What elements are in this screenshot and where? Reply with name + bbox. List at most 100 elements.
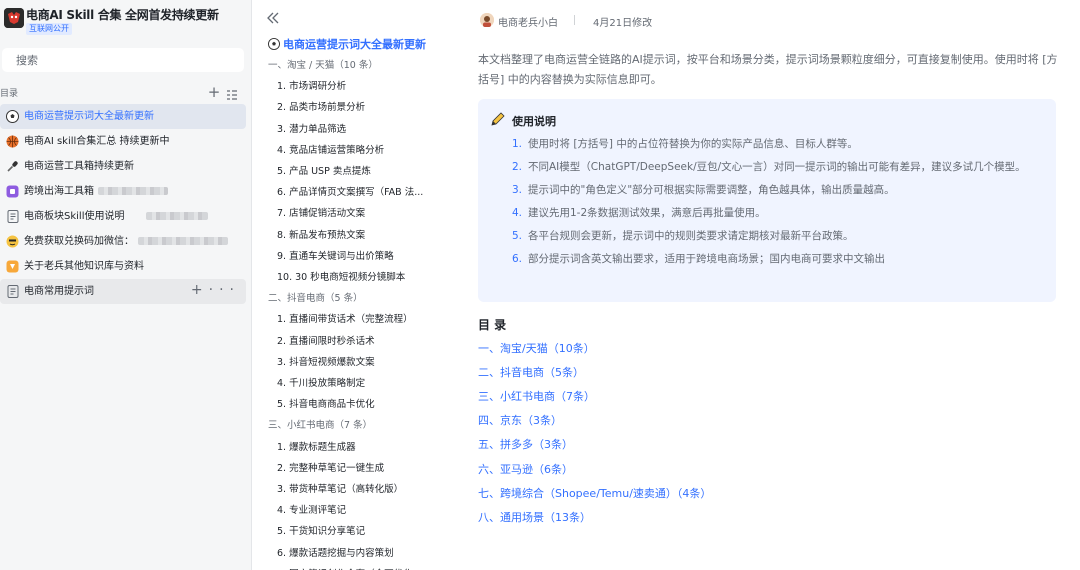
row-actions: +··· xyxy=(191,282,240,298)
toc-link[interactable]: 三、小红书电商（7条） xyxy=(478,388,595,404)
toc-link[interactable]: 八、通用场景（13条） xyxy=(478,509,591,525)
outline-item[interactable]: 8. 新品发布预热文案 xyxy=(277,227,365,241)
callout-item-number: 6. xyxy=(512,253,523,265)
outline-item[interactable]: 6. 产品详情页文案撰写（FAB 法... xyxy=(277,184,423,198)
pencil-icon xyxy=(490,111,506,127)
blurred-text xyxy=(138,237,228,245)
toc-title: 目 录 xyxy=(478,318,507,332)
author-name[interactable]: 电商老兵小白 xyxy=(498,14,558,29)
usage-callout: 使用说明 1. 使用时将 [方括号] 中的占位符替换为你的实际产品信息、目标人群等… xyxy=(478,99,1056,302)
outline-item[interactable]: 2. 品类市场前景分析 xyxy=(277,99,365,113)
outline-item[interactable]: 5. 干货知识分享笔记 xyxy=(277,523,365,537)
orange-app-icon xyxy=(6,260,19,273)
outline-item[interactable]: 4. 专业测评笔记 xyxy=(277,502,346,516)
outline-item[interactable]: 3. 抖音短视频爆款文案 xyxy=(277,354,375,368)
outline-item[interactable]: 7. 店铺促销活动文案 xyxy=(277,205,365,219)
callout-item-number: 3. xyxy=(512,184,523,196)
intro-paragraph: 本文档整理了电商运营全链路的AI提示词，按平台和场景分类，提示词场景颗粒度细分，… xyxy=(478,53,1058,86)
callout-item: 3. 提示词中的"角色定义"部分可根据实际需要调整，角色越具体，输出质量越高。 xyxy=(512,181,1042,200)
workspace-title: 电商AI Skill 合集 全网首发持续更新 xyxy=(26,8,219,22)
modified-date: 4月21日修改 xyxy=(593,18,653,29)
toc-link[interactable]: 四、京东（3条） xyxy=(478,412,562,428)
callout-item-number: 4. xyxy=(512,207,523,219)
add-page-icon[interactable]: + xyxy=(207,82,221,102)
blurred-text xyxy=(98,187,168,195)
sidebar-item-other-knowledge[interactable]: 关于老兵其他知识库与资料 xyxy=(0,254,246,279)
sidebar-item-redeem-code[interactable]: 免费获取兑换码加微信： xyxy=(0,229,246,254)
outline-section[interactable]: 三、小红书电商（7 条） xyxy=(268,417,372,431)
sidebar-item-skill-collection[interactable]: 电商AI skill合集汇总 持续更新中 xyxy=(0,129,246,154)
outline-title-text: 电商运营提示词大全最新更新 xyxy=(283,38,426,51)
callout-item-text: 不同AI模型（ChatGPT/DeepSeek/豆包/文心一言）对同一提示词的输… xyxy=(528,161,1026,173)
outline-section[interactable]: 一、淘宝 / 天猫（10 条） xyxy=(268,57,378,71)
sidebar-item-label: 关于老兵其他知识库与资料 xyxy=(24,261,144,272)
sidebar-item-label: 电商常用提示词 xyxy=(24,286,94,297)
sidebar-item-label: 跨境出海工具箱 xyxy=(24,185,168,198)
outline-item[interactable]: 7. 图文笔记创作全套（全面优化 xyxy=(277,566,413,570)
toc-link[interactable]: 七、跨境综合（Shopee/Temu/速卖通）（4条） xyxy=(478,485,711,501)
add-subpage-icon[interactable]: + xyxy=(191,282,209,298)
sidebar-item-label: 免费获取兑换码加微信： xyxy=(24,235,228,248)
workspace-header[interactable]: 电商AI Skill 合集 全网首发持续更新 互联网公开 xyxy=(0,0,251,44)
sidebar-item-prompt-collection[interactable]: 电商运营提示词大全最新更新 xyxy=(0,104,246,129)
sidebar-item-common-prompts[interactable]: 电商常用提示词 +··· xyxy=(0,279,246,304)
toc-link[interactable]: 五、拼多多（3条） xyxy=(478,436,573,452)
document-outline: 电商运营提示词大全最新更新 一、淘宝 / 天猫（10 条） 1. 市场调研分析 2.… xyxy=(253,0,453,570)
outline-item[interactable]: 2. 直播间限时秒杀话术 xyxy=(277,333,375,347)
callout-item: 5. 各平台规则会更新，提示词中的规则类要求请定期核对最新平台政策。 xyxy=(512,227,1042,246)
outline-item[interactable]: 9. 直通车关键词与出价策略 xyxy=(277,248,394,262)
outline-item[interactable]: 1. 市场调研分析 xyxy=(277,78,346,92)
document-icon xyxy=(6,285,19,298)
sidebar: 电商AI Skill 合集 全网首发持续更新 互联网公开 目录 + 电商运营提示… xyxy=(0,0,252,570)
sidebar-item-toolbox[interactable]: 电商运营工具箱持续更新 xyxy=(0,154,246,179)
meta-divider xyxy=(574,15,575,25)
callout-item: 4. 建议先用1-2条数据测试效果，满意后再批量使用。 xyxy=(512,204,1042,223)
callout-item-text: 建议先用1-2条数据测试效果，满意后再批量使用。 xyxy=(528,207,766,219)
callout-item-text: 部分提示词含英文输出要求，适用于跨境电商场景；国内电商可要求中文输出 xyxy=(528,253,885,265)
callout-item: 1. 使用时将 [方括号] 中的占位符替换为你的实际产品信息、目标人群等。 xyxy=(512,135,1042,154)
toc-link[interactable]: 一、淘宝/天猫（10条） xyxy=(478,340,595,356)
directory-header: 目录 + xyxy=(0,82,251,102)
outline-item[interactable]: 4. 千川投放策略制定 xyxy=(277,375,365,389)
outline-item[interactable]: 5. 抖音电商商品卡优化 xyxy=(277,396,375,410)
soccer-ball-icon xyxy=(268,38,280,50)
purple-app-icon xyxy=(6,185,19,198)
callout-item-text: 使用时将 [方括号] 中的占位符替换为你的实际产品信息、目标人群等。 xyxy=(528,138,858,150)
outline-item[interactable]: 5. 产品 USP 卖点提炼 xyxy=(277,163,371,177)
list-sort-icon[interactable] xyxy=(226,86,238,100)
workspace-logo-icon xyxy=(4,8,24,28)
callout-title: 使用说明 xyxy=(512,115,556,128)
basketball-icon xyxy=(6,135,19,148)
soccer-ball-icon xyxy=(6,110,19,123)
outline-item[interactable]: 4. 竞品店铺运营策略分析 xyxy=(277,142,384,156)
search-input[interactable] xyxy=(14,50,234,70)
callout-item-number: 5. xyxy=(512,230,523,242)
outline-item[interactable]: 1. 爆款标题生成器 xyxy=(277,439,356,453)
outline-item[interactable]: 3. 潜力单品筛选 xyxy=(277,121,346,135)
outline-title[interactable]: 电商运营提示词大全最新更新 xyxy=(268,36,426,52)
search-box[interactable] xyxy=(2,48,244,72)
outline-item[interactable]: 1. 直播间带货话术（完整流程） xyxy=(277,311,413,325)
callout-item-number: 2. xyxy=(512,161,523,173)
callout-item-number: 1. xyxy=(512,138,523,150)
outline-item[interactable]: 2. 完整种草笔记一键生成 xyxy=(277,460,384,474)
outline-item[interactable]: 6. 爆款话题挖掘与内容策划 xyxy=(277,545,394,559)
callout-item-text: 各平台规则会更新，提示词中的规则类要求请定期核对最新平台政策。 xyxy=(528,230,854,242)
collapse-outline-icon[interactable] xyxy=(265,10,281,26)
microphone-icon xyxy=(6,160,19,173)
toc-link[interactable]: 二、抖音电商（5条） xyxy=(478,364,584,380)
sidebar-nav: 电商运营提示词大全最新更新 电商AI skill合集汇总 持续更新中 电商运营工… xyxy=(0,104,251,304)
sidebar-item-crossborder[interactable]: 跨境出海工具箱 xyxy=(0,179,246,204)
sidebar-item-skill-guide[interactable]: 电商板块Skill使用说明 xyxy=(0,204,246,229)
sidebar-item-label: 电商AI skill合集汇总 持续更新中 xyxy=(24,136,170,147)
workspace-badge: 互联网公开 xyxy=(26,23,72,35)
outline-section[interactable]: 二、抖音电商（5 条） xyxy=(268,290,363,304)
avatar[interactable] xyxy=(480,13,494,27)
callout-item: 2. 不同AI模型（ChatGPT/DeepSeek/豆包/文心一言）对同一提示词… xyxy=(512,158,1042,177)
blurred-text xyxy=(146,212,209,220)
outline-item[interactable]: 10. 30 秒电商短视频分镜脚本 xyxy=(277,269,405,283)
more-icon[interactable]: ··· xyxy=(209,282,240,298)
callout-list: 1. 使用时将 [方括号] 中的占位符替换为你的实际产品信息、目标人群等。 2. 不同… xyxy=(512,135,1042,273)
toc-link[interactable]: 六、亚马逊（6条） xyxy=(478,461,573,477)
outline-item[interactable]: 3. 带货种草笔记（高转化版） xyxy=(277,481,403,495)
